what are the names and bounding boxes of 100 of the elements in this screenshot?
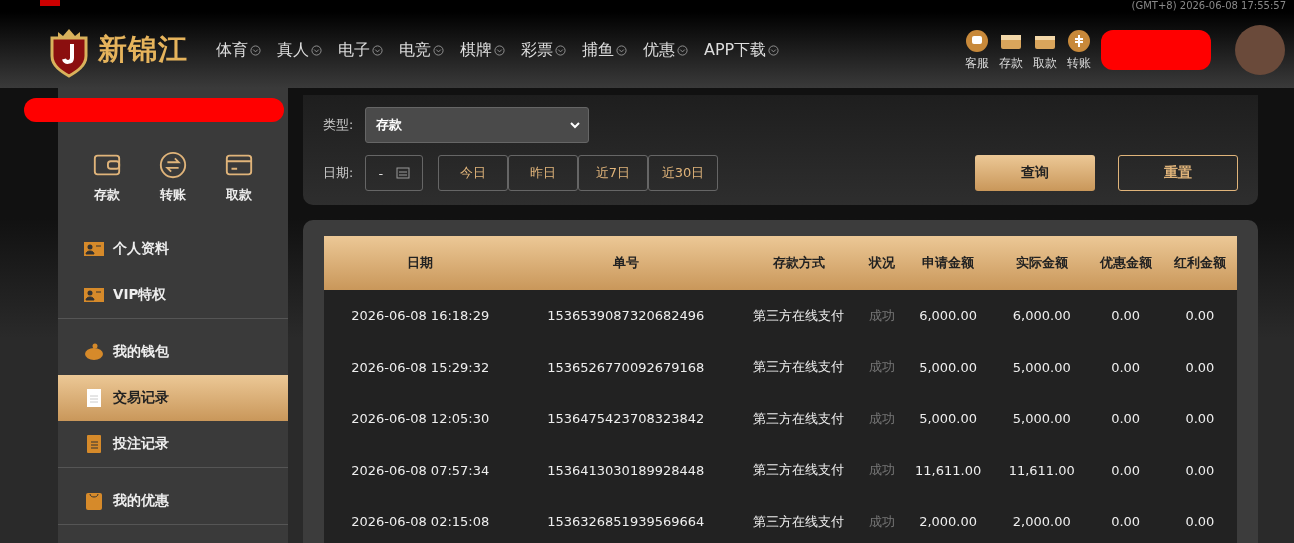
- table-cell: 2026-06-08 12:05:30: [324, 393, 517, 445]
- chevron-down-icon: [250, 44, 261, 56]
- chevron-down-icon: [616, 44, 627, 56]
- table-cell: 第三方在线支付: [735, 444, 863, 496]
- column-header: 优惠金额: [1088, 236, 1163, 290]
- date-label: 日期:: [323, 164, 355, 182]
- table-cell: 2026-06-08 15:29:32: [324, 341, 517, 393]
- table-cell: 成功: [862, 290, 902, 342]
- chevron-down-icon: [768, 44, 780, 56]
- menu-item[interactable]: 投注记录: [58, 421, 288, 467]
- calendar-icon: [395, 167, 410, 179]
- table-cell: 2026-06-08 02:15:08: [324, 496, 517, 543]
- nav-item[interactable]: 彩票: [521, 39, 566, 61]
- table-cell: 0.00: [1162, 341, 1237, 393]
- column-header: 实际金额: [994, 236, 1089, 290]
- range-button[interactable]: 近7日: [578, 155, 648, 191]
- column-header: 存款方式: [735, 236, 863, 290]
- table-cell: 5,000.00: [994, 393, 1089, 445]
- column-header: 日期: [324, 236, 517, 290]
- table-cell: 2026-06-08 16:18:29: [324, 290, 517, 342]
- range-button[interactable]: 今日: [438, 155, 508, 191]
- action-button[interactable]: 存款: [82, 150, 132, 204]
- piggy-bank-icon: [83, 341, 105, 363]
- bag-icon: [83, 490, 105, 512]
- coin-icon: [1067, 28, 1091, 53]
- table-cell: 2026-06-08 07:57:34: [324, 444, 517, 496]
- table-cell: 5,000.00: [901, 341, 995, 393]
- quick-link[interactable]: 转账: [1067, 28, 1091, 72]
- chat-icon: [965, 28, 989, 53]
- table-cell: 第三方在线支付: [735, 290, 863, 342]
- table-cell: 0.00: [1088, 290, 1163, 342]
- table-cell: 0.00: [1162, 290, 1237, 342]
- nav-item[interactable]: 真人: [277, 39, 322, 61]
- table-cell: 1536326851939569664: [516, 496, 736, 543]
- chevron-down-icon: [311, 44, 322, 56]
- table-cell: 0.00: [1088, 341, 1163, 393]
- table-cell: 1536526770092679168: [516, 341, 736, 393]
- table-cell: 第三方在线支付: [735, 393, 863, 445]
- nav-item[interactable]: 电竞: [399, 39, 444, 61]
- action-button[interactable]: 转账: [148, 150, 198, 204]
- column-header: 红利金额: [1162, 236, 1237, 290]
- table-cell: 6,000.00: [901, 290, 995, 342]
- table-cell: 2,000.00: [994, 496, 1089, 543]
- table-cell: 0.00: [1088, 444, 1163, 496]
- chevron-down-icon: [555, 44, 566, 56]
- menu-item[interactable]: 我的优惠: [58, 478, 288, 524]
- table-cell: 2,000.00: [901, 496, 995, 543]
- table-cell: 0.00: [1162, 393, 1237, 445]
- nav-item[interactable]: 电子: [338, 39, 383, 61]
- column-header: 申请金额: [901, 236, 995, 290]
- menu-item[interactable]: 个人资料: [58, 226, 288, 272]
- table-cell: 成功: [862, 496, 902, 543]
- quick-link[interactable]: 客服: [965, 28, 989, 72]
- range-button[interactable]: 近30日: [648, 155, 718, 191]
- type-label: 类型:: [323, 116, 355, 134]
- table-cell: 第三方在线支付: [735, 496, 863, 543]
- reset-button[interactable]: 重置: [1118, 155, 1238, 191]
- table-cell: 0.00: [1088, 496, 1163, 543]
- chevron-down-icon: [570, 121, 580, 129]
- table-cell: 0.00: [1088, 393, 1163, 445]
- nav-item[interactable]: 捕鱼: [582, 39, 627, 61]
- menu-item[interactable]: VIP特权: [58, 272, 288, 318]
- table-cell: 1536475423708323842: [516, 393, 736, 445]
- logo-text: 新锦江: [98, 31, 188, 68]
- avatar[interactable]: [1235, 25, 1285, 75]
- action-button[interactable]: 取款: [214, 150, 264, 204]
- chevron-down-icon: [494, 44, 505, 56]
- date-field[interactable]: -: [365, 155, 423, 191]
- column-header: 状况: [862, 236, 902, 290]
- query-button[interactable]: 查询: [975, 155, 1095, 191]
- chevron-down-icon: [677, 44, 688, 56]
- table-cell: 第三方在线支付: [735, 341, 863, 393]
- type-select[interactable]: 存款: [365, 107, 589, 143]
- table-cell: 1536539087320682496: [516, 290, 736, 342]
- column-header: 单号: [516, 236, 736, 290]
- menu-item[interactable]: 我的钱包: [58, 329, 288, 375]
- table-cell: 成功: [862, 393, 902, 445]
- chevron-down-icon: [433, 44, 444, 56]
- nav-item[interactable]: APP下载: [704, 39, 780, 61]
- table-cell: 0.00: [1162, 496, 1237, 543]
- flag-icon: [40, 0, 60, 6]
- menu-item[interactable]: 交易记录: [58, 375, 288, 421]
- range-button[interactable]: 昨日: [508, 155, 578, 191]
- nav-item[interactable]: 棋牌: [460, 39, 505, 61]
- table-cell: 成功: [862, 341, 902, 393]
- quick-link[interactable]: 取款: [1033, 28, 1057, 72]
- nav-item[interactable]: 体育: [216, 39, 261, 61]
- table-cell: 1536413030189928448: [516, 444, 736, 496]
- table-cell: 5,000.00: [994, 341, 1089, 393]
- table-cell: 5,000.00: [901, 393, 995, 445]
- quick-link[interactable]: 存款: [999, 28, 1023, 72]
- transfer-icon: [158, 150, 188, 180]
- table-cell: 0.00: [1162, 444, 1237, 496]
- chevron-down-icon: [372, 44, 383, 56]
- table-cell: 11,611.00: [994, 444, 1089, 496]
- table-cell: 成功: [862, 444, 902, 496]
- table-cell: 6,000.00: [994, 290, 1089, 342]
- table-cell: 11,611.00: [901, 444, 995, 496]
- nav-item[interactable]: 优惠: [643, 39, 688, 61]
- clock-text: (GMT+8) 2026-06-08 17:55:57: [1131, 0, 1286, 12]
